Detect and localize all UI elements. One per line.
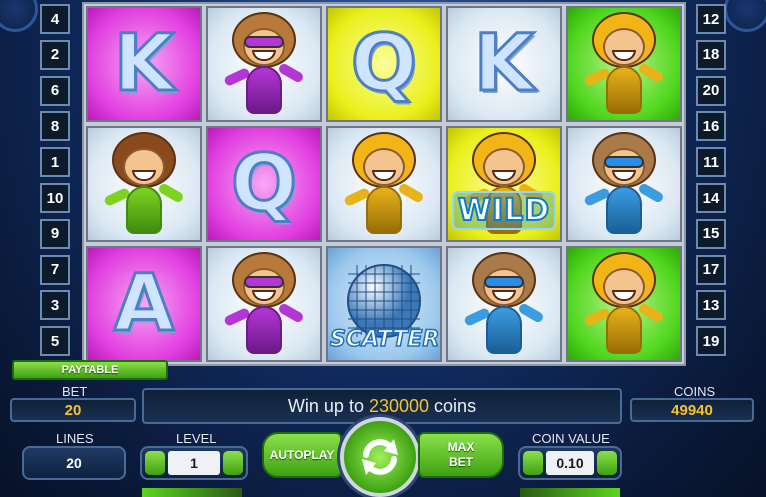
blond-yellow-dancer-icon bbox=[336, 132, 432, 236]
payline-17[interactable]: 17 bbox=[696, 254, 726, 285]
autoplay-button[interactable]: AUTOPLAY bbox=[262, 432, 342, 478]
reel-symbol: K bbox=[446, 6, 562, 122]
payline-2[interactable]: 2 bbox=[40, 39, 70, 70]
payline-5[interactable]: 5 bbox=[40, 326, 70, 357]
lines-label: LINES bbox=[56, 431, 94, 446]
payline-3[interactable]: 3 bbox=[40, 290, 70, 321]
coin-value-label: COIN VALUE bbox=[532, 431, 610, 446]
payline-15[interactable]: 15 bbox=[696, 218, 726, 249]
coins-value: 49940 bbox=[630, 398, 754, 422]
coin-value-increase-button[interactable] bbox=[597, 451, 617, 475]
coin-value-value: 0.10 bbox=[546, 451, 594, 475]
reel-symbol: WILD bbox=[446, 126, 562, 242]
payline-8[interactable]: 8 bbox=[40, 111, 70, 142]
decor-circle bbox=[724, 0, 766, 32]
reel-symbol bbox=[566, 126, 682, 242]
win-message-prefix: Win up to bbox=[287, 395, 369, 416]
reel-symbol bbox=[326, 126, 442, 242]
decor-circle bbox=[0, 0, 38, 32]
bet-label: BET bbox=[62, 384, 88, 399]
symbol-letter-k: K bbox=[112, 18, 175, 111]
payline-12[interactable]: 12 bbox=[696, 4, 726, 34]
coin-value-decrease-button[interactable] bbox=[523, 451, 543, 475]
symbol-letter-a: A bbox=[112, 258, 175, 351]
wild-label: WILD bbox=[452, 191, 556, 230]
reel-symbol bbox=[566, 246, 682, 362]
coins-label: COINS bbox=[674, 384, 716, 399]
payline-18[interactable]: 18 bbox=[696, 39, 726, 70]
star-glasses-dancer-icon bbox=[576, 132, 672, 236]
payline-11[interactable]: 11 bbox=[696, 147, 726, 178]
spin-arrows-icon bbox=[362, 439, 398, 475]
reel-symbol: SCATTER bbox=[326, 246, 442, 362]
lines-stepper: 20 bbox=[22, 446, 126, 480]
payline-9[interactable]: 9 bbox=[40, 218, 70, 249]
reel-symbol bbox=[86, 126, 202, 242]
payline-1[interactable]: 1 bbox=[40, 147, 70, 178]
reel-symbol bbox=[566, 6, 682, 122]
payline-16[interactable]: 16 bbox=[696, 111, 726, 142]
blond-yellow-dancer-icon bbox=[576, 252, 672, 356]
bet-value: 20 bbox=[10, 398, 136, 422]
payline-10[interactable]: 10 bbox=[40, 183, 70, 213]
level-stepper: 1 bbox=[140, 446, 248, 480]
payline-4[interactable]: 4 bbox=[40, 4, 70, 34]
blond-yellow-dancer-icon bbox=[576, 12, 672, 116]
bottom-bar bbox=[520, 488, 620, 497]
level-label: LEVEL bbox=[176, 431, 217, 446]
reel-symbol: K bbox=[86, 6, 202, 122]
level-increase-button[interactable] bbox=[223, 451, 243, 475]
reel-symbol: A bbox=[86, 246, 202, 362]
symbol-letter-q: Q bbox=[229, 138, 298, 231]
level-decrease-button[interactable] bbox=[145, 451, 165, 475]
spin-button[interactable] bbox=[340, 417, 420, 497]
game-stage: 4 2 6 8 1 10 9 7 3 5 12 18 20 16 11 14 15 17 13 19 K A Q Q SCA… bbox=[0, 0, 766, 497]
max-bet-button[interactable]: MAX BET bbox=[418, 432, 504, 478]
win-message-amount: 230000 bbox=[368, 395, 430, 416]
reel-symbol bbox=[206, 6, 322, 122]
payline-7[interactable]: 7 bbox=[40, 254, 70, 285]
reel-symbol: Q bbox=[326, 6, 442, 122]
win-message-suffix: coins bbox=[429, 395, 477, 416]
bottom-bar bbox=[142, 488, 242, 497]
reel-symbol: Q bbox=[206, 126, 322, 242]
symbol-letter-q: Q bbox=[349, 18, 418, 111]
reel-symbol bbox=[206, 246, 322, 362]
scatter-label: SCATTER bbox=[329, 326, 440, 353]
girl-green-dancer-icon bbox=[96, 132, 192, 236]
payline-13[interactable]: 13 bbox=[696, 290, 726, 321]
reel-grid: K A Q Q SCATTER K WILD bbox=[82, 2, 686, 366]
payline-20[interactable]: 20 bbox=[696, 75, 726, 106]
payline-19[interactable]: 19 bbox=[696, 326, 726, 357]
lines-value: 20 bbox=[66, 455, 82, 471]
reel-symbol bbox=[446, 246, 562, 362]
level-value: 1 bbox=[168, 451, 220, 475]
star-glasses-dancer-icon bbox=[456, 252, 552, 356]
purple-sunglasses-dancer-icon bbox=[216, 252, 312, 356]
symbol-letter-k: K bbox=[472, 18, 535, 111]
payline-6[interactable]: 6 bbox=[40, 75, 70, 106]
paytable-button[interactable]: PAYTABLE bbox=[12, 360, 168, 380]
payline-14[interactable]: 14 bbox=[696, 183, 726, 213]
purple-sunglasses-dancer-icon bbox=[216, 12, 312, 116]
coin-value-stepper: 0.10 bbox=[518, 446, 622, 480]
